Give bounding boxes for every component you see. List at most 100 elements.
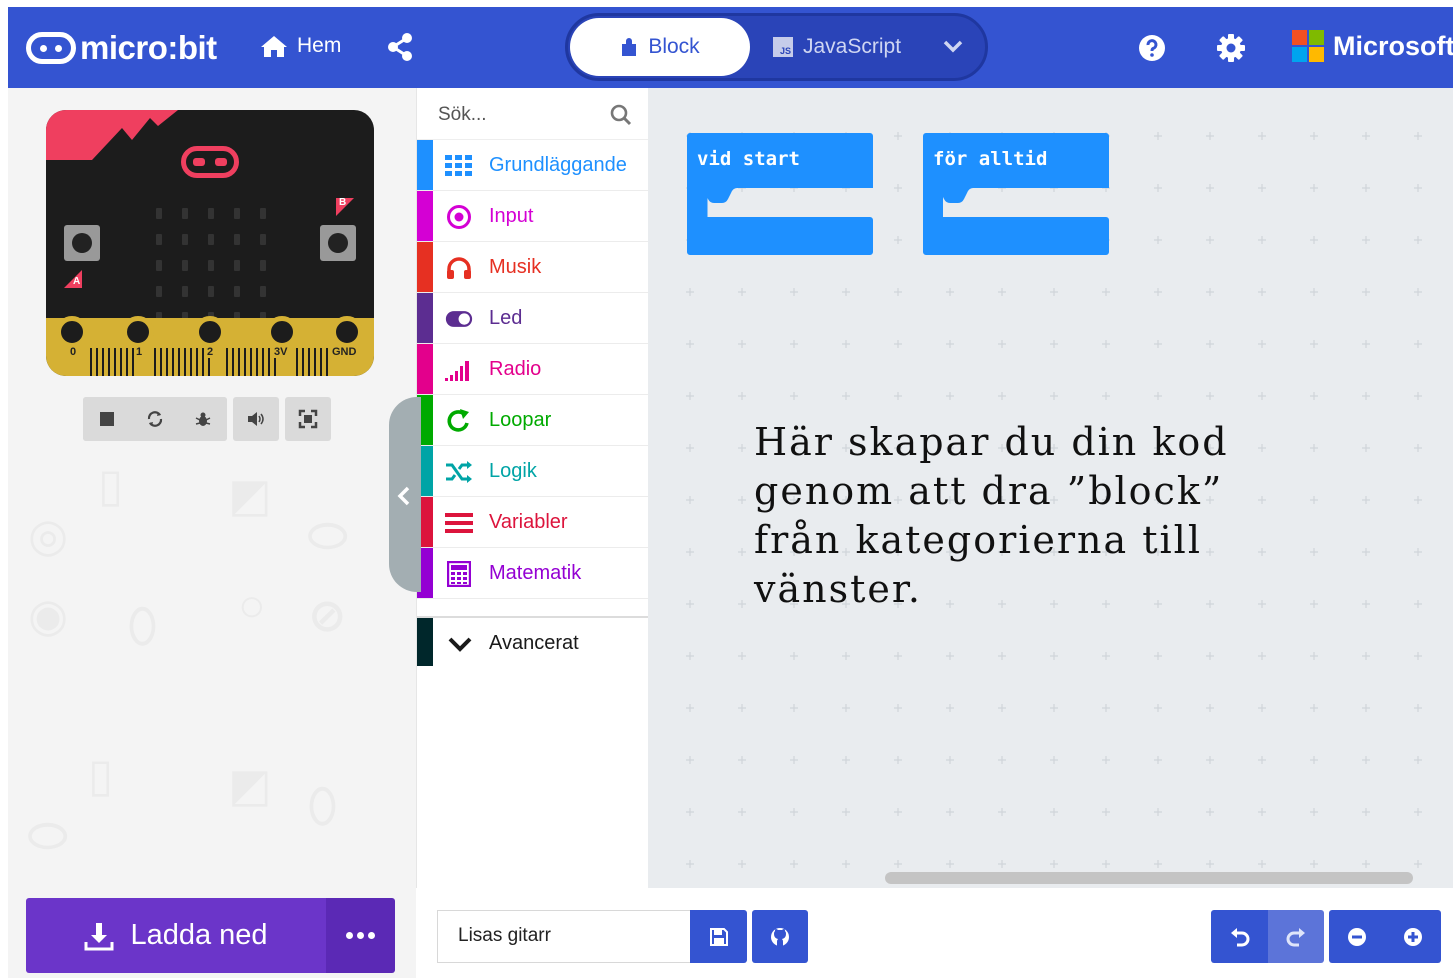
grid-mark: [998, 860, 1006, 868]
category-label: Musik: [489, 256, 542, 278]
grid-mark: [842, 756, 850, 764]
zoom-in-button[interactable]: [1385, 910, 1441, 963]
microsoft-logo[interactable]: Microsoft: [1292, 30, 1453, 62]
grid-mark: [738, 600, 746, 608]
undo-button[interactable]: [1211, 910, 1268, 963]
grid-mark: [1258, 860, 1266, 868]
category-logik[interactable]: Logik: [417, 446, 649, 497]
grid-mark: [1310, 392, 1318, 400]
home-label: Hem: [297, 34, 342, 57]
grid-mark: [1258, 236, 1266, 244]
js-icon: JS: [773, 37, 793, 57]
background-decoration: ⬭: [28, 809, 68, 861]
grid-mark: [1154, 288, 1162, 296]
grid-mark: [1414, 132, 1422, 140]
download-more-button[interactable]: [326, 898, 395, 973]
workspace-horizontal-scrollbar[interactable]: [885, 872, 1413, 884]
mute-button[interactable]: [233, 397, 279, 441]
edge-stripes: [90, 348, 134, 376]
chevron-down-icon: [448, 637, 472, 652]
simulator-button-group: [83, 397, 227, 441]
grid-mark: [842, 392, 850, 400]
grid-mark: [1206, 236, 1214, 244]
category-input[interactable]: Input: [417, 191, 649, 242]
background-decoration: ⬭: [308, 509, 348, 561]
tab-javascript[interactable]: JS JavaScript: [773, 18, 901, 76]
home-icon: [261, 36, 287, 57]
grid-mark: [894, 392, 902, 400]
grid-mark: [1310, 860, 1318, 868]
redo-icon: [1286, 927, 1305, 946]
grid-mark: [1206, 860, 1214, 868]
fullscreen-icon: [298, 409, 318, 429]
category-variabler[interactable]: Variabler: [417, 497, 649, 548]
grid-mark: [1258, 184, 1266, 192]
grid-mark: [894, 756, 902, 764]
collapse-simulator-handle[interactable]: [389, 397, 421, 592]
grid-mark: [894, 860, 902, 868]
background-decoration: ◎: [28, 509, 69, 561]
button-a[interactable]: [64, 225, 100, 261]
grid-mark: [946, 288, 954, 296]
button-b[interactable]: [320, 225, 356, 261]
category-color-stripe: [417, 344, 433, 394]
grid-mark: [1362, 132, 1370, 140]
logo-text: micro:bit: [80, 29, 217, 66]
project-name-input[interactable]: Lisas gitarr: [437, 910, 691, 963]
category-radio[interactable]: Radio: [417, 344, 649, 395]
microbit-board: A B 0 1 2 3V GND: [46, 110, 374, 376]
grid-mark: [1206, 808, 1214, 816]
grid-mark: [1206, 288, 1214, 296]
grid-mark: [1414, 288, 1422, 296]
save-button[interactable]: [690, 910, 747, 963]
microbit-logo[interactable]: micro:bit: [26, 29, 217, 67]
category-led[interactable]: Led: [417, 293, 649, 344]
editor-mode-switch: Block JS JavaScript: [565, 13, 988, 81]
simulator-panel: ◎ ▯ ◩ ⬭ ◉ ⬯ ○ ⊘ ▯ ◩ ⬭ ⬯ A B 0 1 2 3V GND: [8, 88, 416, 888]
pin-1[interactable]: [122, 316, 154, 348]
grid-mark: [894, 652, 902, 660]
category-matematik[interactable]: Matematik: [417, 548, 649, 599]
category-avancerat[interactable]: Avancerat: [417, 616, 649, 666]
category-musik[interactable]: Musik: [417, 242, 649, 293]
pin-0[interactable]: [56, 316, 88, 348]
chevron-down-icon[interactable]: [942, 36, 964, 61]
download-button[interactable]: Ladda ned: [26, 898, 326, 973]
zoom-out-button[interactable]: [1329, 910, 1385, 963]
grid-mark: [1154, 392, 1162, 400]
pin-3v: [266, 316, 298, 348]
pin-2[interactable]: [194, 316, 226, 348]
edge-stripes: [226, 348, 278, 376]
lines-icon: [445, 510, 473, 536]
stop-button[interactable]: [83, 397, 131, 441]
grid-mark: [738, 704, 746, 712]
save-icon: [709, 927, 728, 946]
grid-mark: [1258, 652, 1266, 660]
grid-mark: [1362, 652, 1370, 660]
search-input[interactable]: Sök...: [438, 104, 487, 126]
grid-mark: [1206, 392, 1214, 400]
help-icon[interactable]: [1138, 34, 1166, 67]
home-button[interactable]: Hem: [260, 34, 341, 58]
block-label: vid start: [697, 148, 800, 170]
search-icon[interactable]: [610, 104, 632, 126]
grid-mark: [998, 288, 1006, 296]
grid-mark: [738, 340, 746, 348]
category-loopar[interactable]: Loopar: [417, 395, 649, 446]
share-icon[interactable]: [386, 32, 414, 67]
category-grundlaggande[interactable]: Grundläggande: [417, 140, 649, 191]
restart-button[interactable]: [131, 397, 179, 441]
grid-mark: [1050, 756, 1058, 764]
redo-button[interactable]: [1268, 910, 1324, 963]
tab-block[interactable]: Block: [570, 18, 750, 76]
gear-icon[interactable]: [1216, 33, 1246, 68]
toolbox-search[interactable]: Sök...: [417, 88, 649, 140]
debug-button[interactable]: [179, 397, 227, 441]
block-vid-start[interactable]: vid start: [687, 133, 875, 261]
grid-mark: [998, 340, 1006, 348]
fullscreen-button[interactable]: [285, 397, 331, 441]
grid-mark: [1050, 652, 1058, 660]
block-for-alltid[interactable]: för alltid: [923, 133, 1111, 261]
grid-mark: [998, 808, 1006, 816]
github-button[interactable]: [752, 910, 808, 963]
